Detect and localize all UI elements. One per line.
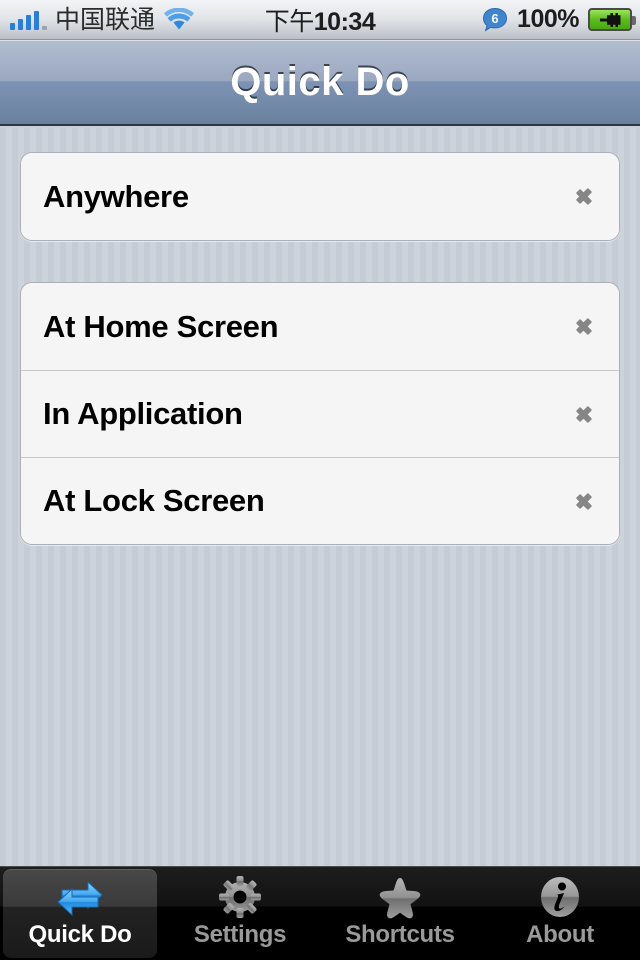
tab-bar: Quick Do Settings Shortcuts About [0,866,640,960]
clock-time: 10:34 [313,7,376,36]
table-row-label: At Home Screen [43,308,279,344]
navigation-bar: Quick Do [0,40,640,126]
battery-charging-icon [588,8,636,31]
info-circle-icon [534,875,586,919]
tab-about[interactable]: About [480,867,640,960]
clock-period: 下午 [264,6,315,36]
iphone-screen: 中国联通 下午10:34 6 100% Quick Do Anywhere At… [0,0,640,960]
table-row-label: Anywhere [43,178,189,214]
exchange-arrows-icon [54,875,106,919]
status-bar-left: 中国联通 [10,7,195,32]
alarm-badge-icon: 6 [482,7,508,33]
table-section-2: At Home Screen In Application At Lock Sc… [20,282,620,545]
tab-label: Settings [193,921,287,948]
signal-bars-icon [10,10,47,30]
wifi-icon [163,7,195,32]
tab-settings[interactable]: Settings [160,867,320,960]
carrier-label: 中国联通 [55,5,156,34]
table-row-at-lock-screen[interactable]: At Lock Screen [21,457,619,544]
gear-icon [214,875,266,919]
status-bar: 中国联通 下午10:34 6 100% [0,0,640,40]
chevron-right-icon [576,312,593,341]
tab-label: Shortcuts [345,921,455,948]
tab-quick-do[interactable]: Quick Do [0,867,160,960]
alarm-badge-count: 6 [491,11,498,26]
star-icon [374,875,426,919]
tab-label: Quick Do [28,921,132,948]
table-row-label: In Application [43,396,243,431]
tab-label: About [526,921,594,948]
table-section-1: Anywhere [20,152,620,241]
table-view[interactable]: Anywhere At Home Screen In Application A… [0,128,640,866]
table-row-label: At Lock Screen [43,483,265,518]
battery-percent-label: 100% [517,5,579,33]
table-row-at-home-screen[interactable]: At Home Screen [21,283,619,370]
chevron-right-icon [576,487,593,516]
table-row-in-application[interactable]: In Application [21,370,619,457]
status-bar-right: 6 100% [482,5,636,34]
chevron-right-icon [576,400,593,429]
tab-shortcuts[interactable]: Shortcuts [320,867,480,960]
chevron-right-icon [576,182,593,211]
table-row-anywhere[interactable]: Anywhere [21,153,619,240]
page-title: Quick Do [230,60,410,104]
